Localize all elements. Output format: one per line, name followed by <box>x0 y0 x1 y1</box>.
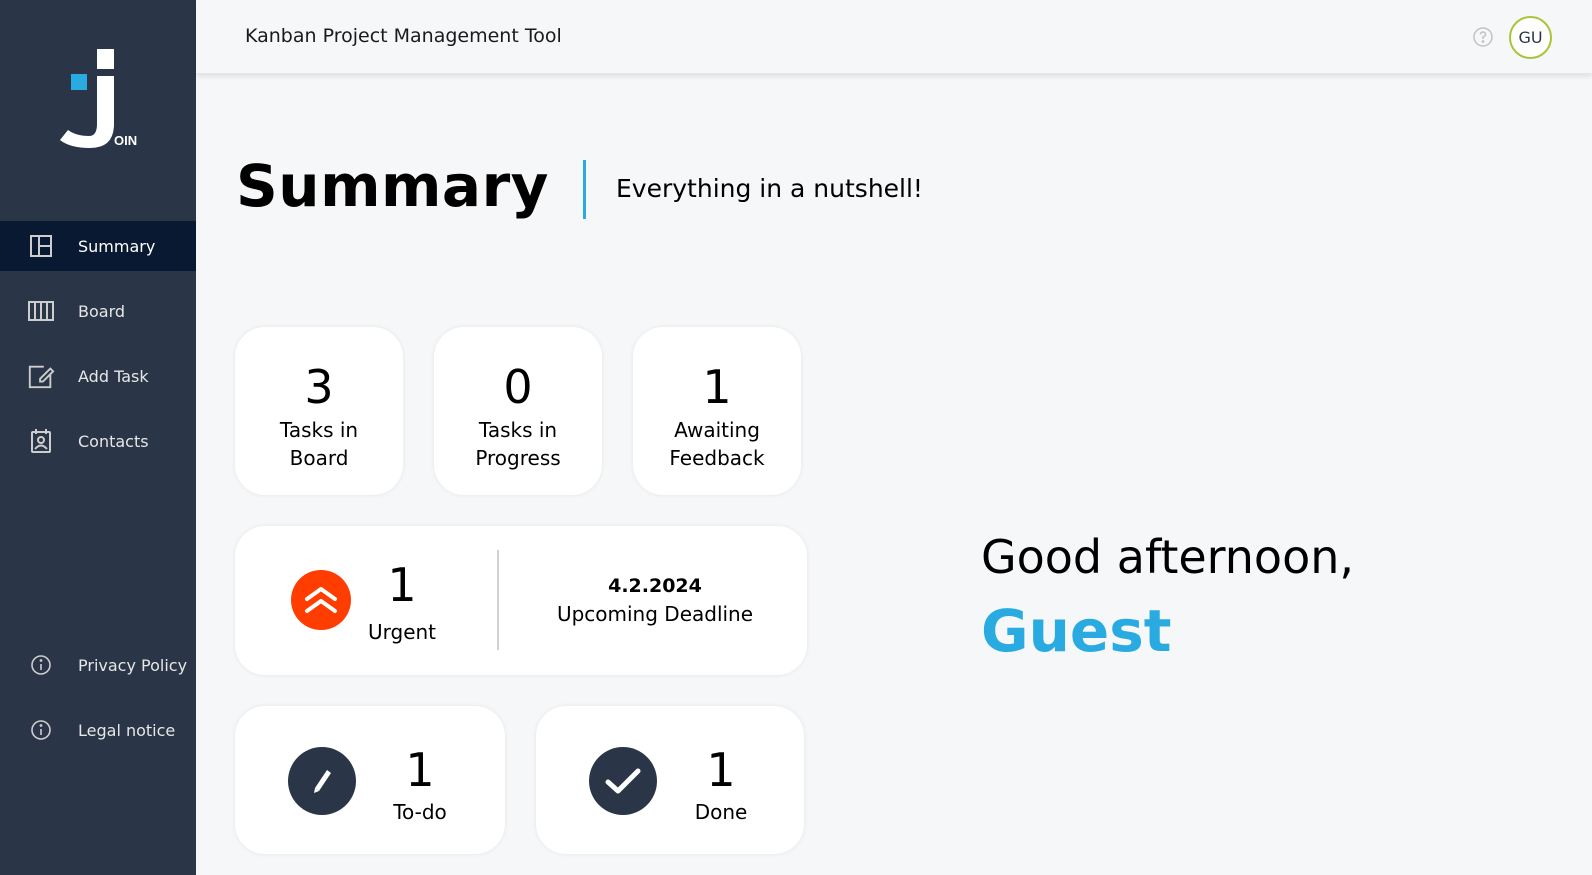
title-divider <box>583 160 586 219</box>
board-icon <box>27 297 55 325</box>
card-divider <box>497 550 499 650</box>
page-title: Summary <box>236 152 549 220</box>
sidebar-item-label: Privacy Policy <box>78 655 188 675</box>
urgent-priority-icon <box>291 570 351 630</box>
info-icon <box>27 716 55 744</box>
urgent-deadline-card[interactable]: 1 Urgent 4.2.2024 Upcoming Deadline <box>235 526 807 675</box>
metric-label-line: Tasks in <box>478 418 558 442</box>
sidebar-item-label: Add Task <box>78 366 149 386</box>
metric-label-line: Board <box>289 446 349 470</box>
sidebar-item-label: Contacts <box>78 431 149 451</box>
sidebar-item-privacy-policy[interactable]: Privacy Policy <box>0 640 196 690</box>
metric-value: 1 <box>702 360 732 414</box>
svg-text:OIN: OIN <box>114 133 137 148</box>
page-subtitle: Everything in a nutshell! <box>616 174 923 203</box>
todo-card[interactable]: 1 To-do <box>235 706 505 854</box>
done-count: 1 <box>706 743 736 797</box>
sidebar: OIN Summary Board Add Task Contacts Priv… <box>0 0 196 875</box>
metric-label: Awaiting Feedback <box>633 416 801 472</box>
done-label: Done <box>694 800 748 824</box>
pencil-icon <box>288 747 356 815</box>
sidebar-item-label: Board <box>78 301 126 321</box>
sidebar-item-label: Summary <box>78 236 156 256</box>
metric-label-line: Feedback <box>669 446 765 470</box>
summary-icon <box>27 232 55 260</box>
sidebar-item-legal-notice[interactable]: Legal notice <box>0 705 196 755</box>
metric-label-line: Tasks in <box>279 418 359 442</box>
metric-value: 3 <box>304 360 334 414</box>
awaiting-feedback-card[interactable]: 1 Awaiting Feedback <box>633 327 801 495</box>
sidebar-item-contacts[interactable]: Contacts <box>0 416 196 466</box>
sidebar-item-board[interactable]: Board <box>0 286 196 336</box>
urgent-count: 1 <box>387 558 417 612</box>
metric-label: Tasks in Progress <box>434 416 602 472</box>
todo-label: To-do <box>393 800 447 824</box>
metric-label-line: Awaiting <box>674 418 760 442</box>
tasks-in-progress-card[interactable]: 0 Tasks in Progress <box>434 327 602 495</box>
done-card[interactable]: 1 Done <box>536 706 804 854</box>
sidebar-item-label: Legal notice <box>78 720 176 740</box>
user-avatar[interactable]: GU <box>1509 16 1552 59</box>
urgent-label: Urgent <box>367 620 437 644</box>
contacts-icon <box>27 427 55 455</box>
todo-count: 1 <box>405 743 435 797</box>
metric-label-line: Progress <box>475 446 561 470</box>
join-logo[interactable]: OIN <box>56 46 146 152</box>
tasks-in-board-card[interactable]: 3 Tasks in Board <box>235 327 403 495</box>
metric-value: 0 <box>503 360 533 414</box>
greeting-user-name: Guest <box>981 597 1172 665</box>
add-task-icon <box>27 362 55 390</box>
info-icon <box>27 651 55 679</box>
header-title: Kanban Project Management Tool <box>245 25 562 47</box>
sidebar-item-summary[interactable]: Summary <box>0 221 196 271</box>
top-header: Kanban Project Management Tool GU <box>196 0 1592 74</box>
help-icon[interactable] <box>1473 27 1493 47</box>
greeting-text: Good afternoon, <box>981 530 1354 584</box>
deadline-label: Upcoming Deadline <box>556 602 754 626</box>
deadline-date: 4.2.2024 <box>608 575 702 597</box>
sidebar-item-add-task[interactable]: Add Task <box>0 351 196 401</box>
metric-label: Tasks in Board <box>235 416 403 472</box>
checkmark-icon <box>589 747 657 815</box>
